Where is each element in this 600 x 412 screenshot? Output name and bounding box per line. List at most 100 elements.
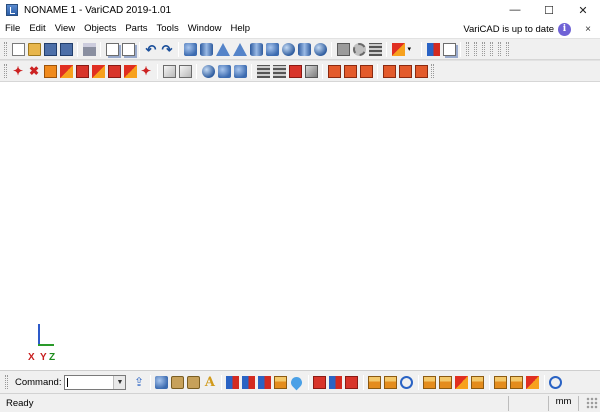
save-all-icon[interactable] <box>59 42 73 56</box>
cone-icon[interactable] <box>215 42 230 56</box>
drawing-area[interactable]: X Y Z <box>0 82 600 370</box>
fillet-icon[interactable] <box>288 64 302 78</box>
mates-icon[interactable] <box>274 375 288 389</box>
solid-box-icon[interactable] <box>155 375 169 389</box>
menu-file[interactable]: File <box>0 20 24 38</box>
split-icon[interactable] <box>345 375 359 389</box>
toolbar-grip[interactable] <box>474 42 477 56</box>
group-icon[interactable] <box>382 64 396 78</box>
close-document-button[interactable]: × <box>581 24 595 35</box>
check-icon[interactable] <box>549 375 563 389</box>
close-button[interactable]: ✕ <box>566 0 600 20</box>
chevron-down-icon[interactable]: ▼ <box>113 375 126 389</box>
maximize-button[interactable]: ☐ <box>532 0 566 20</box>
mirror-icon[interactable] <box>123 64 137 78</box>
menu-parts[interactable]: Parts <box>120 20 151 38</box>
save-icon[interactable] <box>43 42 57 56</box>
book-cross-icon[interactable] <box>526 375 540 389</box>
folder-icon[interactable] <box>368 375 382 389</box>
toolbar-grip[interactable] <box>490 42 493 56</box>
chamfer-icon[interactable] <box>272 64 286 78</box>
cut-icon[interactable] <box>75 64 89 78</box>
component-icon[interactable] <box>258 375 272 389</box>
toolbar-grip[interactable] <box>431 64 434 78</box>
solid-edit-icon[interactable] <box>304 64 318 78</box>
toolbar-grip[interactable] <box>482 42 485 56</box>
toolbar-grip[interactable] <box>506 42 509 56</box>
menu-tools[interactable]: Tools <box>152 20 183 38</box>
menu-window[interactable]: Window <box>183 20 226 38</box>
delete-solid-icon[interactable]: ✖ <box>28 64 41 78</box>
text-icon[interactable]: A <box>203 376 216 389</box>
toolbar-grip[interactable] <box>466 42 469 56</box>
folder-open-icon[interactable] <box>384 375 398 389</box>
projection-icon[interactable] <box>359 64 373 78</box>
boolean-icon[interactable] <box>59 64 73 78</box>
book-icon[interactable] <box>494 375 508 389</box>
blue-red-icon[interactable] <box>329 375 343 389</box>
assembly-icon[interactable] <box>242 375 256 389</box>
gear-icon[interactable] <box>352 42 366 56</box>
redo-icon[interactable]: ↷ <box>161 43 174 56</box>
pyramid-icon[interactable] <box>232 42 247 56</box>
hand-icon[interactable] <box>423 375 437 389</box>
layout-icon[interactable] <box>343 64 357 78</box>
spring-icon[interactable] <box>368 42 382 56</box>
move-solid-icon[interactable] <box>43 64 57 78</box>
info-icon[interactable]: i <box>558 22 571 36</box>
hand-up-icon[interactable] <box>439 375 453 389</box>
book-up-icon[interactable] <box>510 375 524 389</box>
group-edit-icon[interactable] <box>414 64 428 78</box>
torus-icon[interactable] <box>265 42 279 56</box>
box-icon[interactable] <box>183 42 197 56</box>
toolbar-grip[interactable] <box>5 375 8 389</box>
edit-solid-icon[interactable]: ✦ <box>12 64 25 78</box>
menu-objects[interactable]: Objects <box>79 20 120 38</box>
part-icon[interactable] <box>426 42 440 56</box>
pipe-icon[interactable] <box>297 42 311 56</box>
bom-icon[interactable] <box>442 42 456 56</box>
menu-edit[interactable]: Edit <box>24 20 49 38</box>
undo-icon[interactable]: ↶ <box>145 43 158 56</box>
drawing-icon[interactable] <box>327 64 341 78</box>
visibility-icon[interactable] <box>233 64 247 78</box>
shading-icon[interactable] <box>217 64 231 78</box>
red-blocks-icon[interactable] <box>313 375 327 389</box>
rotate-icon[interactable] <box>400 375 414 389</box>
hand-cross-icon[interactable] <box>455 375 469 389</box>
cylinder-icon[interactable] <box>199 42 213 56</box>
render-icon[interactable] <box>201 64 215 78</box>
command-field[interactable] <box>67 377 113 387</box>
resize-grip[interactable] <box>586 397 598 409</box>
minimize-button[interactable]: — <box>498 0 532 20</box>
import-icon[interactable] <box>391 42 405 56</box>
toolbar-grip[interactable] <box>498 42 501 56</box>
new-document-icon[interactable] <box>11 42 25 56</box>
copy-icon[interactable] <box>105 42 119 56</box>
open-folder-icon[interactable] <box>27 42 41 56</box>
measure-icon[interactable]: ✦ <box>140 64 153 78</box>
section-icon[interactable] <box>178 64 192 78</box>
export-icon[interactable]: ⇪ <box>132 375 145 389</box>
dropdown-arrow-icon[interactable]: ▾ <box>408 43 417 56</box>
profile-icon[interactable] <box>336 42 350 56</box>
print-icon[interactable] <box>82 42 96 56</box>
toolbar-grip[interactable] <box>4 42 7 56</box>
view-icon[interactable] <box>162 64 176 78</box>
shell-icon[interactable] <box>313 42 327 56</box>
command-input[interactable]: ▼ <box>64 374 127 390</box>
weld-icon[interactable] <box>91 64 105 78</box>
hole-icon[interactable] <box>107 64 121 78</box>
ungroup-icon[interactable] <box>398 64 412 78</box>
menu-view[interactable]: View <box>50 20 79 38</box>
thread-icon[interactable] <box>256 64 270 78</box>
bend-icon[interactable] <box>187 375 201 389</box>
menu-help[interactable]: Help <box>226 20 255 38</box>
sphere-icon[interactable] <box>281 42 295 56</box>
sheet-metal-icon[interactable] <box>171 375 185 389</box>
color-icon[interactable] <box>289 374 305 390</box>
truncated-cone-icon[interactable] <box>249 42 263 56</box>
hand-check-icon[interactable] <box>471 375 485 389</box>
hierarchy-icon[interactable] <box>226 375 240 389</box>
paste-icon[interactable] <box>121 42 135 56</box>
